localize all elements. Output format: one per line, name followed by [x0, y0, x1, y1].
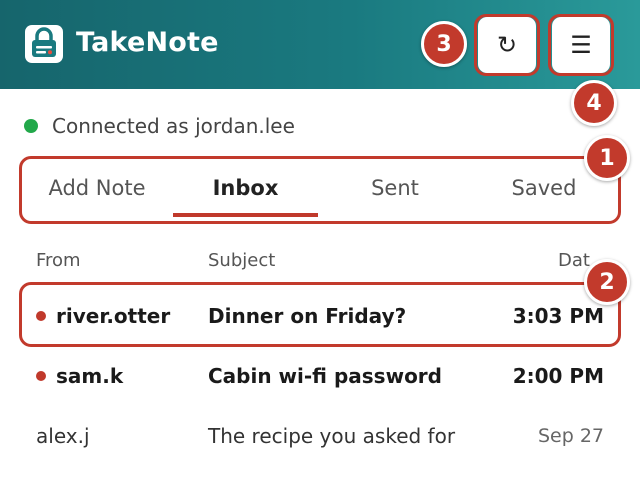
refresh-icon: ↻ — [496, 31, 518, 59]
status-text: Connected as jordan.lee — [52, 114, 295, 138]
app-title: TakeNote — [76, 27, 219, 58]
message-subject: The recipe you asked for — [208, 424, 456, 448]
annotation-badge-1: 1 — [584, 135, 630, 181]
connection-status: Connected as jordan.lee — [24, 112, 295, 140]
app-header: TakeNote ↻ ☰ — [0, 0, 640, 89]
unread-dot-icon — [36, 311, 46, 321]
message-row[interactable]: river.otter Dinner on Friday? 3:03 PM — [0, 286, 640, 346]
message-sender: river.otter — [56, 304, 171, 328]
column-header-from: From — [36, 250, 81, 271]
hamburger-menu-icon: ☰ — [570, 31, 592, 59]
status-indicator-icon — [24, 119, 38, 133]
annotation-badge-3: 3 — [421, 21, 467, 67]
refresh-button[interactable]: ↻ — [478, 17, 536, 73]
message-date: 2:00 PM — [512, 364, 604, 388]
active-tab-indicator — [173, 213, 318, 217]
unread-dot-icon — [36, 371, 46, 381]
column-header-date: Dat — [558, 250, 590, 271]
message-sender: sam.k — [56, 364, 124, 388]
message-sender: alex.j — [36, 424, 90, 448]
annotation-badge-4: 4 — [571, 80, 617, 126]
message-row[interactable]: sam.k Cabin wi-fi password 2:00 PM — [0, 346, 640, 406]
message-date: Sep 27 — [537, 425, 604, 447]
message-subject: Cabin wi-fi password — [208, 364, 442, 388]
message-row[interactable]: alex.j The recipe you asked for Sep 27 — [0, 406, 640, 466]
app-logo-icon — [25, 25, 63, 63]
menu-button[interactable]: ☰ — [552, 17, 610, 73]
message-subject: Dinner on Friday? — [208, 304, 407, 328]
tab-sent[interactable]: Sent — [320, 158, 470, 218]
tab-inbox[interactable]: Inbox — [173, 158, 318, 218]
tab-add-note[interactable]: Add Note — [22, 158, 172, 218]
tab-bar: Add Note Inbox Sent Saved — [22, 158, 620, 220]
column-header-subject: Subject — [208, 250, 276, 271]
annotation-badge-2: 2 — [584, 259, 630, 305]
